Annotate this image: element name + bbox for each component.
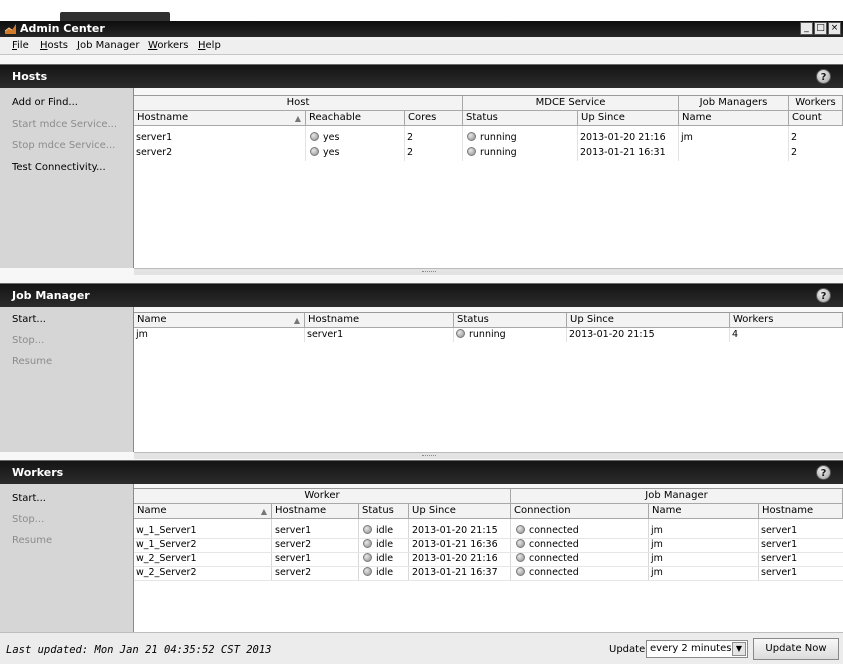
jm-stop-button[interactable]: Stop... [12,335,44,347]
col-header-hostname[interactable]: Hostname ▲ [134,111,306,126]
last-updated-text: Last updated: Mon Jan 21 04:35:52 CST 20… [6,644,272,656]
status-dot-icon [516,525,525,534]
status-dot-icon [363,539,372,548]
jm-start-button[interactable]: Start... [12,314,46,326]
status-dot-icon [310,132,319,141]
start-mdce-service-button[interactable]: Start mdce Service... [12,119,117,131]
help-icon[interactable]: ? [816,288,831,303]
hosts-splitter[interactable] [134,268,843,275]
col-header-jm-name[interactable]: Name [649,504,759,519]
admin-center-icon [4,24,16,34]
workers-stop-button[interactable]: Stop... [12,514,44,526]
menu-job-manager[interactable]: Job Manager [77,40,139,52]
col-header-name[interactable]: Name ▲ [134,504,272,519]
workers-start-button[interactable]: Start... [12,493,46,505]
col-header-status[interactable]: Status [463,111,578,126]
sort-indicator-icon: ▲ [260,507,267,516]
workers-table: Worker Job Manager Name ▲ Hostname Status… [134,488,843,632]
status-dot-icon [456,329,465,338]
menu-help[interactable]: Help [198,40,221,52]
workers-group-job-manager: Job Manager [511,489,843,504]
sort-indicator-icon: ▲ [294,114,301,123]
update-label: Update [609,644,646,655]
hosts-section-header: Hosts ? [0,64,843,88]
status-dot-icon [516,567,525,576]
hosts-group-workers: Workers [789,96,843,111]
status-dot-icon [516,553,525,562]
maximize-button[interactable]: □ [814,22,827,35]
minimize-button[interactable]: _ [800,22,813,35]
workers-resume-button[interactable]: Resume [12,535,52,547]
workers-actions-panel: Start... Stop... Resume [0,484,134,632]
sort-indicator-icon: ▲ [293,316,300,325]
background-tab [60,12,170,21]
col-header-up-since[interactable]: Up Since [578,111,679,126]
dropdown-arrow-icon[interactable]: ▼ [732,642,746,656]
help-icon[interactable]: ? [816,69,831,84]
status-bar: Last updated: Mon Jan 21 04:35:52 CST 20… [0,632,843,664]
window-controls: _ □ × [800,22,841,35]
job-manager-splitter[interactable] [134,452,843,459]
hosts-table: Host MDCE Service Job Managers Workers H… [134,95,843,268]
status-dot-icon [516,539,525,548]
close-button[interactable]: × [828,22,841,35]
col-header-cores[interactable]: Cores [405,111,463,126]
col-header-hostname[interactable]: Hostname [272,504,359,519]
status-dot-icon [310,147,319,156]
workers-title: Workers [12,466,64,479]
menu-file[interactable]: File [12,40,29,52]
hosts-group-job-managers: Job Managers [679,96,789,111]
col-header-count[interactable]: Count [789,111,843,126]
title-bar: Admin Center [0,21,843,37]
col-header-up-since[interactable]: Up Since [567,313,730,328]
hosts-title: Hosts [12,70,48,83]
col-header-jm-name[interactable]: Name [679,111,789,126]
hosts-group-host: Host [134,96,463,111]
menu-bar: File Hosts Job Manager Workers Help [0,37,843,55]
status-dot-icon [363,525,372,534]
col-header-workers[interactable]: Workers [730,313,843,328]
status-dot-icon [363,553,372,562]
job-manager-table: Name ▲ Hostname Status Up Since Workers j… [134,312,843,452]
job-manager-actions-panel: Start... Stop... Resume [0,307,134,452]
col-header-jm-hostname[interactable]: Hostname [759,504,843,519]
status-dot-icon [467,147,476,156]
col-header-status[interactable]: Status [454,313,567,328]
update-interval-select[interactable]: every 2 minutes ▼ [646,640,748,658]
test-connectivity-button[interactable]: Test Connectivity... [12,162,106,174]
hosts-group-mdce: MDCE Service [463,96,679,111]
col-header-connection[interactable]: Connection [511,504,649,519]
col-header-reachable[interactable]: Reachable [306,111,405,126]
col-header-name[interactable]: Name ▲ [134,313,305,328]
job-manager-section-header: Job Manager ? [0,283,843,307]
col-header-up-since[interactable]: Up Since [409,504,511,519]
menu-hosts[interactable]: Hosts [40,40,68,52]
jm-resume-button[interactable]: Resume [12,356,52,368]
help-icon[interactable]: ? [816,465,831,480]
window-title: Admin Center [20,22,105,35]
hosts-actions-panel: Add or Find... Start mdce Service... Sto… [0,88,134,268]
menu-workers[interactable]: Workers [148,40,188,52]
col-header-hostname[interactable]: Hostname [305,313,454,328]
workers-section-header: Workers ? [0,460,843,484]
background-window-strip [0,0,843,21]
stop-mdce-service-button[interactable]: Stop mdce Service... [12,140,115,152]
workers-group-worker: Worker [134,489,511,504]
status-dot-icon [363,567,372,576]
col-header-status[interactable]: Status [359,504,409,519]
job-manager-title: Job Manager [12,289,90,302]
status-dot-icon [467,132,476,141]
add-or-find-button[interactable]: Add or Find... [12,97,78,109]
update-now-button[interactable]: Update Now [753,638,839,660]
